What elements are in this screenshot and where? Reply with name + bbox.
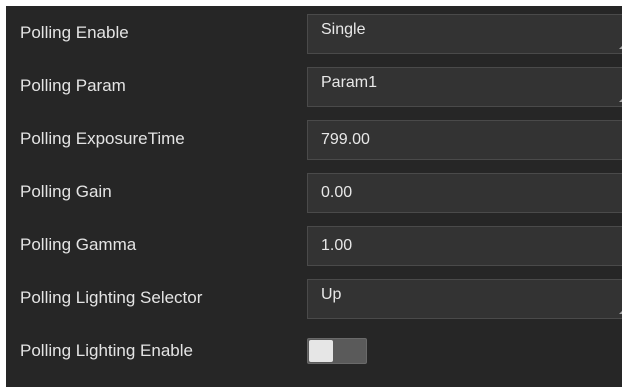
polling-exposure-time-input[interactable]: 799.00: [307, 120, 622, 160]
row-polling-enable: Polling Enable Single: [6, 6, 622, 59]
polling-lighting-enable-label: Polling Lighting Enable: [20, 341, 193, 360]
polling-lighting-selector-value: Up: [321, 286, 342, 303]
polling-lighting-enable-toggle[interactable]: [307, 338, 367, 364]
toggle-knob: [309, 340, 333, 362]
row-polling-param: Polling Param Param1: [6, 59, 622, 112]
row-polling-gain: Polling Gain 0.00: [6, 165, 622, 218]
polling-gamma-input[interactable]: 1.00: [307, 226, 622, 266]
polling-gamma-value: 1.00: [321, 237, 353, 254]
polling-properties-panel: Polling Enable Single Polling Param Para…: [6, 6, 622, 387]
polling-exposure-time-label: Polling ExposureTime: [20, 129, 185, 148]
polling-enable-select[interactable]: Single: [307, 14, 622, 54]
row-polling-gamma: Polling Gamma 1.00: [6, 218, 622, 271]
polling-exposure-time-value: 799.00: [321, 131, 370, 148]
polling-param-label: Polling Param: [20, 76, 126, 95]
polling-gamma-label: Polling Gamma: [20, 235, 137, 254]
polling-lighting-selector-select[interactable]: Up: [307, 279, 622, 319]
polling-param-value: Param1: [321, 74, 378, 91]
row-polling-lighting-enable: Polling Lighting Enable: [6, 324, 622, 377]
polling-gain-value: 0.00: [321, 184, 353, 201]
polling-enable-value: Single: [321, 21, 366, 38]
row-polling-exposure-time: Polling ExposureTime 799.00: [6, 112, 622, 165]
polling-gain-label: Polling Gain: [20, 182, 112, 201]
polling-gain-input[interactable]: 0.00: [307, 173, 622, 213]
polling-lighting-selector-label: Polling Lighting Selector: [20, 288, 203, 307]
polling-param-select[interactable]: Param1: [307, 67, 622, 107]
row-polling-lighting-selector: Polling Lighting Selector Up: [6, 271, 622, 324]
polling-enable-label: Polling Enable: [20, 23, 129, 42]
